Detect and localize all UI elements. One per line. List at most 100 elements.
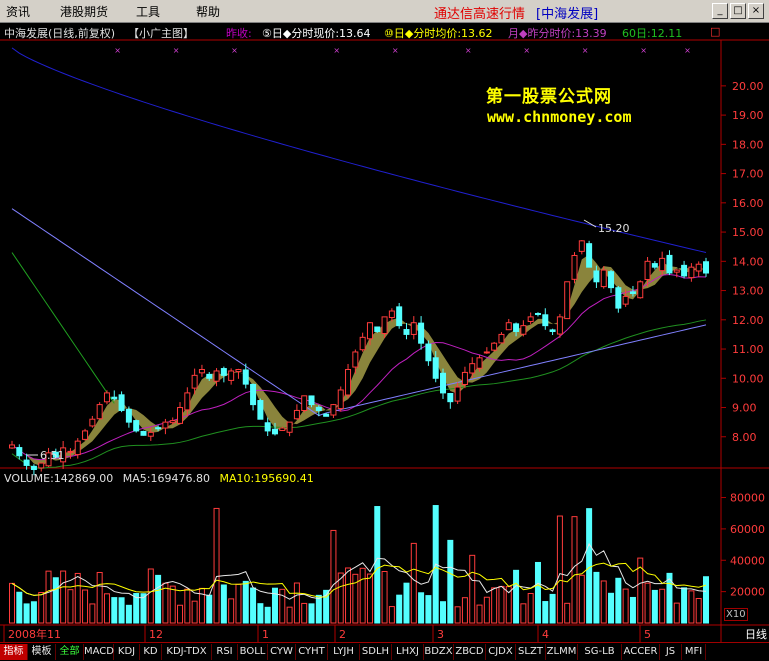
candle — [520, 325, 527, 335]
restore-button[interactable]: □ — [730, 3, 746, 19]
volume-bar — [476, 604, 483, 624]
volume-bar — [235, 583, 242, 624]
candle — [600, 269, 607, 288]
volume-bar — [103, 593, 110, 624]
tab-sg-lb[interactable]: SG-LB — [578, 644, 622, 660]
tab-js[interactable]: JS — [660, 644, 682, 660]
candle — [191, 374, 198, 389]
volume-bar — [688, 590, 695, 624]
volume-label: VOLUME:142869.00 — [4, 472, 114, 485]
volume-bar — [498, 585, 505, 624]
menu-item-tools[interactable]: 工具 — [136, 3, 160, 20]
volume-bar — [279, 588, 286, 624]
tab-rsi[interactable]: RSI — [212, 644, 238, 660]
tab-mfi[interactable]: MFI — [682, 644, 706, 660]
tab-kdj-tdx[interactable]: KDJ-TDX — [162, 644, 212, 660]
volume-bar — [396, 594, 403, 624]
volume-bar — [374, 506, 381, 624]
volume-bar — [447, 539, 454, 624]
volume-bar — [469, 554, 476, 624]
tab-lyjh[interactable]: LYJH — [328, 644, 360, 660]
tab-sdlh[interactable]: SDLH — [360, 644, 392, 660]
volume-bar — [564, 602, 571, 624]
period-day-button[interactable]: 日线 — [745, 626, 767, 642]
candle — [30, 465, 37, 471]
candle — [425, 343, 432, 362]
chart-area[interactable]: 20.00 19.00 18.00 17.00 16.00 15.00 14.00 13.00… — [0, 22, 769, 645]
volume-bar — [615, 577, 622, 624]
tab-cjdx[interactable]: CJDX — [486, 644, 516, 660]
candle — [527, 316, 534, 322]
volume-bar — [483, 596, 490, 624]
candle — [447, 393, 454, 403]
tab-bdzx[interactable]: BDZX — [424, 644, 454, 660]
volume-bar — [418, 592, 425, 624]
candle — [257, 400, 264, 420]
tab-zlmm[interactable]: ZLMM — [546, 644, 578, 660]
volume-bar — [250, 587, 257, 624]
time-tick-label: 3 — [437, 628, 444, 641]
candle — [147, 431, 154, 437]
close-button[interactable]: × — [748, 3, 764, 19]
candle — [534, 312, 541, 315]
tab-macd[interactable]: MACD — [84, 644, 114, 660]
candle — [388, 310, 395, 318]
menu-item-news[interactable]: 资讯 — [6, 3, 30, 20]
volume-bar — [629, 596, 636, 624]
candle — [74, 440, 81, 456]
tab-kd[interactable]: KD — [140, 644, 162, 660]
candle — [454, 386, 461, 402]
candle — [578, 240, 585, 252]
tab-模板[interactable]: 模板 — [28, 644, 56, 660]
tab-kdj[interactable]: KDJ — [114, 644, 140, 660]
signal-marker: × — [392, 46, 399, 55]
tab-accer[interactable]: ACCER — [622, 644, 660, 660]
candle — [673, 269, 680, 273]
price-tick-label: 20.00 — [732, 80, 764, 93]
price-tick-label: 9.00 — [732, 402, 757, 415]
tab-全部[interactable]: 全部 — [56, 644, 84, 660]
price-tick-label: 11.00 — [732, 343, 764, 356]
chart-svg[interactable]: 20.0019.0018.0017.0016.0015.0014.0013.00… — [0, 22, 769, 642]
volume-bar — [301, 602, 308, 624]
candle — [67, 450, 74, 453]
candle — [359, 336, 366, 351]
tab-zbcd[interactable]: ZBCD — [454, 644, 486, 660]
volume-bar — [38, 592, 45, 624]
candle — [103, 392, 110, 403]
candle — [140, 430, 147, 436]
candle — [483, 351, 490, 354]
candle — [23, 459, 30, 466]
candle — [629, 291, 636, 294]
menu-item-help[interactable]: 帮助 — [196, 3, 220, 20]
tab-cyw[interactable]: CYW — [268, 644, 296, 660]
minimize-button[interactable]: _ — [712, 3, 728, 19]
volume-bar — [191, 600, 198, 624]
candle — [125, 408, 132, 423]
tab-指标[interactable]: 指标 — [0, 644, 28, 660]
volume-bar — [111, 597, 118, 624]
candle — [505, 322, 512, 331]
volume-bar — [534, 561, 541, 624]
tab-boll[interactable]: BOLL — [238, 644, 268, 660]
volume-bar — [286, 606, 293, 624]
candle — [345, 369, 352, 396]
menu-item-hk-futures[interactable]: 港股期货 — [60, 3, 108, 20]
volume-bar — [96, 571, 103, 624]
candle — [440, 372, 447, 394]
time-tick-label: 2008年11 — [8, 627, 61, 641]
price-tick-label: 10.00 — [732, 372, 764, 385]
signal-marker: × — [114, 46, 121, 55]
candle — [235, 369, 242, 373]
candle — [279, 427, 286, 431]
volume-bar — [67, 589, 74, 624]
volume-bar — [228, 598, 235, 624]
tab-slzt[interactable]: SLZT — [516, 644, 546, 660]
tab-lhxj[interactable]: LHXJ — [392, 644, 424, 660]
ma-green-line — [11, 319, 707, 470]
candle — [571, 254, 578, 280]
candle — [169, 420, 176, 424]
tab-cyht[interactable]: CYHT — [296, 644, 328, 660]
candle — [637, 281, 644, 299]
candle — [162, 421, 169, 429]
